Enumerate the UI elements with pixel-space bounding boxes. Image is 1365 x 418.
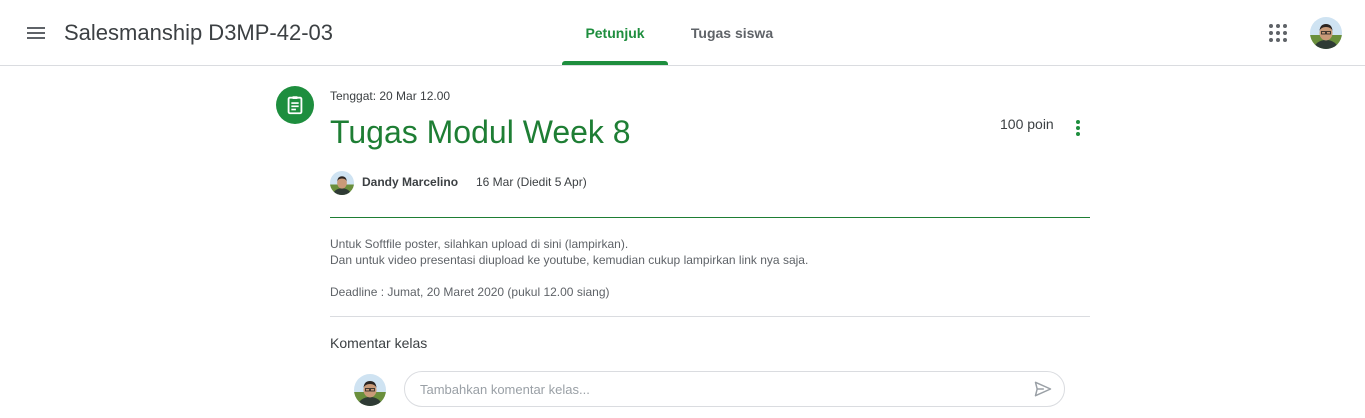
user-avatar-image <box>1310 17 1342 49</box>
commenter-avatar <box>354 374 386 406</box>
class-comment-input[interactable] <box>404 371 1065 407</box>
section-divider <box>330 316 1090 317</box>
post-date: 16 Mar (Diedit 5 Apr) <box>476 175 587 189</box>
tab-petunjuk[interactable]: Petunjuk <box>562 0 668 66</box>
author-avatar <box>330 171 354 195</box>
header-divider <box>330 217 1090 218</box>
google-apps-button[interactable] <box>1258 13 1298 53</box>
description-line: Deadline : Jumat, 20 Maret 2020 (pukul 1… <box>330 285 610 299</box>
due-date: Tenggat: 20 Mar 12.00 <box>330 89 451 103</box>
commenter-avatar-image <box>354 374 386 406</box>
menu-icon <box>27 27 45 39</box>
more-vertical-icon <box>1076 120 1080 136</box>
assignment-clipboard-icon <box>287 96 303 115</box>
author-avatar-image <box>330 171 354 195</box>
send-comment-button[interactable] <box>1030 377 1056 401</box>
more-options-button[interactable] <box>1066 116 1090 140</box>
author-name: Dandy Marcelino <box>362 175 459 189</box>
assignment-type-badge <box>276 86 314 124</box>
description-line: Dan untuk video presentasi diupload ke y… <box>330 253 809 267</box>
class-comments-heading: Komentar kelas <box>330 335 428 351</box>
assignment-title: Tugas Modul Week 8 <box>330 114 631 150</box>
active-tab-indicator <box>562 61 668 65</box>
description-line: Untuk Softfile poster, silahkan upload d… <box>330 237 629 251</box>
class-title[interactable]: Salesmanship D3MP-42-03 <box>64 20 333 46</box>
account-avatar[interactable] <box>1310 17 1342 49</box>
assignment-description: Untuk Softfile poster, silahkan upload d… <box>330 236 1090 300</box>
apps-grid-icon <box>1269 24 1287 42</box>
points-value: 100 poin <box>1000 116 1054 132</box>
main-menu-button[interactable] <box>16 13 56 53</box>
tab-tugas-siswa[interactable]: Tugas siswa <box>676 0 788 66</box>
top-app-bar: Salesmanship D3MP-42-03 Petunjuk Tugas s… <box>0 0 1365 66</box>
send-icon <box>1034 381 1052 397</box>
